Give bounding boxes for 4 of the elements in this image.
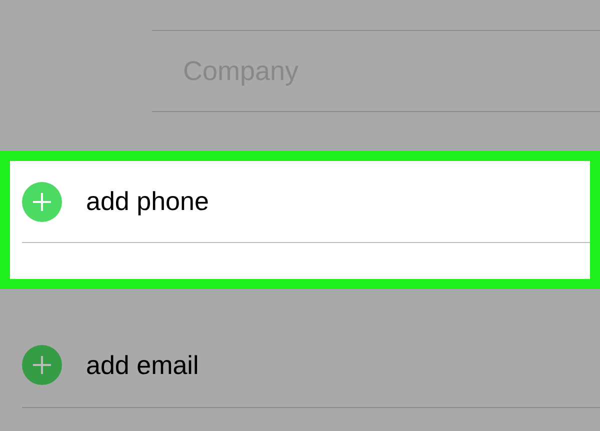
add-icon[interactable] [22,345,62,385]
row-label[interactable]: add phone [86,186,209,217]
row-label[interactable]: add email [86,350,199,380]
add-icon[interactable] [22,182,62,222]
